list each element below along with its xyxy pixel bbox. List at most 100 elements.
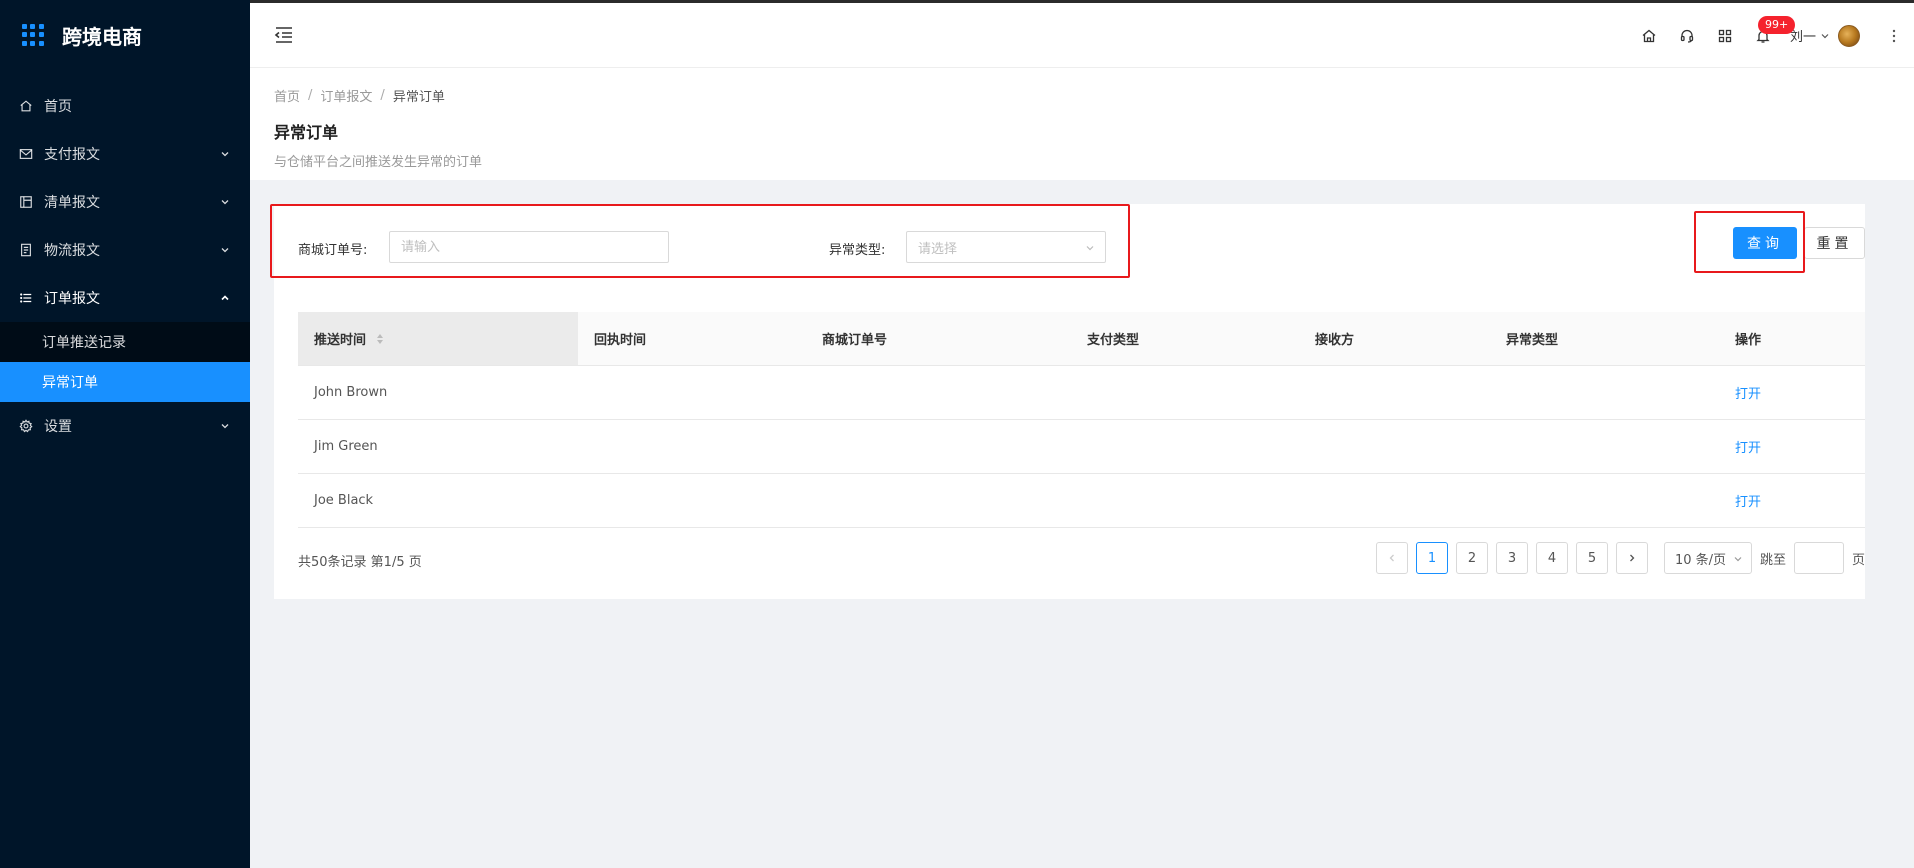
breadcrumb-orders[interactable]: 订单报文 (320, 86, 372, 105)
next-page-button[interactable] (1615, 542, 1648, 574)
app-grid-icon (22, 24, 44, 46)
page-button-4[interactable]: 4 (1535, 542, 1568, 574)
menu-fold-icon[interactable] (274, 26, 294, 44)
cell-payment-type (1071, 420, 1299, 473)
sidebar-item-inventory[interactable]: 清单报文 (0, 178, 250, 226)
chevron-down-icon (221, 152, 229, 157)
breadcrumb-home[interactable]: 首页 (274, 86, 300, 105)
avatar (1838, 24, 1860, 47)
sidebar-item-label: 设置 (44, 419, 72, 435)
app-title: 跨境电商 (62, 24, 142, 49)
user-menu[interactable]: 刘一 (1790, 24, 1860, 47)
exception-type-placeholder: 请选择 (918, 241, 958, 257)
cell-push-time: Jim Green (314, 439, 378, 454)
breadcrumb: 首页 / 订单报文 / 异常订单 (274, 86, 1914, 105)
cell-order-no (806, 366, 1071, 419)
apps-button[interactable] (1706, 17, 1744, 55)
chevron-down-icon (1086, 246, 1094, 251)
jump-page-suffix: 页 (1851, 552, 1865, 568)
page-header: 首页 / 订单报文 / 异常订单 异常订单 与仓储平台之间推送发生异常的订单 (250, 68, 1914, 180)
table-row: Jim Green 打开 (298, 420, 1865, 474)
chevron-down-icon (221, 248, 229, 253)
content-card: 商城订单号: 异常类型: 请选择 查询 重置 推送时间 回执时间 商城订单号 支… (270, 204, 1865, 599)
cell-receiver (1299, 474, 1490, 527)
query-button[interactable]: 查询 (1733, 227, 1797, 259)
open-link[interactable]: 打开 (1735, 437, 1761, 456)
cell-receipt-time (578, 366, 806, 419)
page-size-select[interactable]: 10 条/页 (1663, 542, 1752, 574)
sidebar-item-home[interactable]: 首页 (0, 82, 250, 130)
reset-button[interactable]: 重置 (1804, 227, 1865, 259)
cell-exception-type (1490, 420, 1719, 473)
sidebar-item-payment[interactable]: 支付报文 (0, 130, 250, 178)
headset-icon (1680, 29, 1694, 43)
chevron-left-icon (1389, 554, 1394, 562)
support-button[interactable] (1668, 17, 1706, 55)
column-title: 推送时间 (314, 333, 367, 348)
pagination-total: 共50条记录 第1/5 页 (298, 555, 422, 570)
column-header-push-time[interactable]: 推送时间 (298, 312, 578, 365)
page-button-2[interactable]: 2 (1455, 542, 1488, 574)
page-button-1[interactable]: 1 (1415, 542, 1448, 574)
sidebar-subitem-exception-orders[interactable]: 异常订单 (0, 362, 250, 402)
open-link[interactable]: 打开 (1735, 383, 1761, 402)
open-link[interactable]: 打开 (1735, 491, 1761, 510)
orders-submenu: 订单推送记录 异常订单 (0, 322, 250, 402)
cell-order-no (806, 474, 1071, 527)
mail-icon (18, 146, 34, 162)
chevron-down-icon (1734, 557, 1742, 562)
sidebar-item-settings[interactable]: 设置 (0, 402, 250, 450)
chevron-up-icon (221, 295, 229, 301)
logo[interactable]: 跨境电商 (0, 0, 250, 70)
cell-actions: 打开 (1719, 366, 1865, 419)
cell-push-time: John Brown (314, 385, 388, 400)
order-no-input[interactable] (389, 231, 669, 263)
cell-receiver (1299, 366, 1490, 419)
column-header-order-no: 商城订单号 (822, 333, 888, 348)
chevron-down-icon (1821, 33, 1829, 38)
home-icon (18, 98, 34, 114)
exception-type-select[interactable]: 请选择 (906, 231, 1106, 263)
chevron-right-icon (1630, 554, 1635, 562)
cell-payment-type (1071, 366, 1299, 419)
exception-type-label: 异常类型: (829, 243, 886, 258)
cell-push-time: Joe Black (314, 493, 374, 508)
chevron-down-icon (221, 200, 229, 205)
table-row: Joe Black 打开 (298, 474, 1865, 528)
page-button-5[interactable]: 5 (1575, 542, 1608, 574)
column-header-receipt-time: 回执时间 (594, 333, 647, 348)
cell-exception-type (1490, 366, 1719, 419)
sidebar: 跨境电商 首页 支付报文 清单报文 物流报文 订单报文 订单推送记录 异常订单 … (0, 0, 250, 868)
notifications-button[interactable]: 99+ (1744, 15, 1796, 55)
sidebar-item-orders[interactable]: 订单报文 (0, 274, 250, 322)
sidebar-item-label: 物流报文 (44, 243, 100, 259)
table-header: 推送时间 回执时间 商城订单号 支付类型 接收方 异常类型 操作 (298, 312, 1865, 366)
gear-icon (18, 418, 34, 434)
breadcrumb-separator: / (308, 88, 313, 103)
page-button-3[interactable]: 3 (1495, 542, 1528, 574)
cell-receipt-time (578, 474, 806, 527)
page-description: 与仓储平台之间推送发生异常的订单 (274, 155, 483, 170)
prev-page-button[interactable] (1375, 542, 1408, 574)
sidebar-item-label: 订单报文 (44, 291, 100, 307)
chevron-down-icon (221, 424, 229, 429)
sidebar-menu: 首页 支付报文 清单报文 物流报文 订单报文 订单推送记录 异常订单 设置 (0, 82, 250, 450)
column-header-exception-type: 异常类型 (1506, 333, 1559, 348)
column-header-payment-type: 支付类型 (1087, 333, 1140, 348)
column-header-receiver: 接收方 (1315, 333, 1355, 348)
sidebar-item-logistics[interactable]: 物流报文 (0, 226, 250, 274)
order-no-label: 商城订单号: (298, 243, 368, 258)
cell-receipt-time (578, 420, 806, 473)
exception-orders-table: 推送时间 回执时间 商城订单号 支付类型 接收方 异常类型 操作 John Br… (298, 312, 1865, 528)
header-actions: 99+ 刘一 (1630, 3, 1914, 68)
jump-page-input[interactable] (1793, 542, 1844, 574)
top-header: 99+ 刘一 (250, 3, 1914, 68)
more-button[interactable] (1880, 16, 1908, 56)
cell-exception-type (1490, 474, 1719, 527)
home-icon (1642, 29, 1656, 42)
cell-receiver (1299, 420, 1490, 473)
home-shortcut-button[interactable] (1630, 17, 1668, 55)
sidebar-subitem-push-records[interactable]: 订单推送记录 (0, 322, 250, 362)
cell-actions: 打开 (1719, 474, 1865, 527)
sidebar-item-label: 支付报文 (44, 147, 100, 163)
